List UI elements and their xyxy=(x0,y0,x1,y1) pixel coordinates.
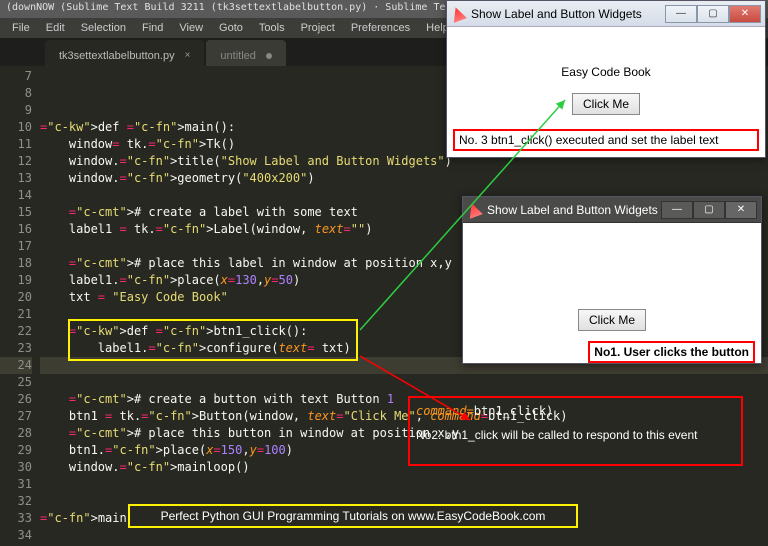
minimize-button[interactable]: — xyxy=(665,5,697,23)
maximize-button[interactable]: ▢ xyxy=(697,5,729,23)
tk-title-1: Show Label and Button Widgets xyxy=(471,7,665,21)
note-box-2: No1. User clicks the button xyxy=(588,341,755,363)
highlight-box-function xyxy=(68,319,358,361)
tk-feather-icon xyxy=(449,5,467,23)
menu-file[interactable]: File xyxy=(4,20,38,36)
menu-project[interactable]: Project xyxy=(293,20,343,36)
highlight-box-footer: Perfect Python GUI Programming Tutorials… xyxy=(128,504,578,528)
tab-active[interactable]: tk3settextlabelbutton.py × xyxy=(45,40,204,66)
tk-feather-icon xyxy=(465,201,483,219)
tk-title-2: Show Label and Button Widgets xyxy=(487,203,661,217)
tk-label-1: Easy Code Book xyxy=(453,65,759,79)
callout-cmd-param: command= xyxy=(416,404,474,418)
callout-no2: No2. btn1_click will be called to respon… xyxy=(416,428,735,442)
highlight-box-explain: command=btn1_click) No2. btn1_click will… xyxy=(408,396,743,466)
tk-button-1[interactable]: Click Me xyxy=(572,93,640,115)
minimize-button[interactable]: — xyxy=(661,201,693,219)
menu-selection[interactable]: Selection xyxy=(73,20,134,36)
line-gutter: 7891011121314151617181920212223242526272… xyxy=(0,66,40,546)
footer-text: Perfect Python GUI Programming Tutorials… xyxy=(161,509,546,523)
close-icon[interactable]: × xyxy=(185,50,191,61)
menu-view[interactable]: View xyxy=(171,20,211,36)
menu-find[interactable]: Find xyxy=(134,20,171,36)
menu-edit[interactable]: Edit xyxy=(38,20,73,36)
tk-titlebar-2[interactable]: Show Label and Button Widgets — ▢ ✕ xyxy=(463,197,761,223)
menu-tools[interactable]: Tools xyxy=(251,20,293,36)
close-button[interactable]: ✕ xyxy=(725,201,757,219)
tk-button-2[interactable]: Click Me xyxy=(578,309,646,331)
callout-cmd-val: btn1_click) xyxy=(474,404,553,418)
tab-inactive[interactable]: untitled xyxy=(206,40,285,66)
tab-label: untitled xyxy=(220,50,255,62)
menu-preferences[interactable]: Preferences xyxy=(343,20,418,36)
tk-window-2: Show Label and Button Widgets — ▢ ✕ Clic… xyxy=(462,196,762,364)
tk-titlebar-1[interactable]: Show Label and Button Widgets — ▢ ✕ xyxy=(447,1,765,27)
result-box-1: No. 3 btn1_click() executed and set the … xyxy=(453,129,759,151)
close-button[interactable]: ✕ xyxy=(729,5,761,23)
unsaved-dot-icon xyxy=(266,53,272,59)
tab-label: tk3settextlabelbutton.py xyxy=(59,50,175,62)
menu-goto[interactable]: Goto xyxy=(211,20,251,36)
maximize-button[interactable]: ▢ xyxy=(693,201,725,219)
tk-window-1: Show Label and Button Widgets — ▢ ✕ Easy… xyxy=(446,0,766,158)
